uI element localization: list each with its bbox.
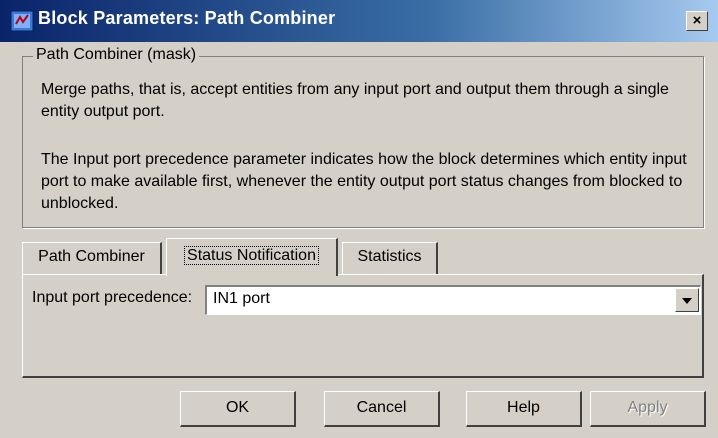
tab-label: Statistics xyxy=(357,248,422,265)
chevron-down-icon[interactable] xyxy=(675,288,699,312)
select-value: IN1 port xyxy=(213,290,270,307)
tab-status-notification[interactable]: Status Notification xyxy=(166,238,338,276)
description-paragraph-2: The Input port precedence parameter indi… xyxy=(41,151,687,212)
description-group: Path Combiner (mask) Merge paths, that i… xyxy=(22,46,704,228)
ok-button[interactable]: OK xyxy=(180,391,296,427)
tab-statistics[interactable]: Statistics xyxy=(342,242,438,274)
close-icon: × xyxy=(692,12,702,29)
help-button[interactable]: Help xyxy=(466,391,582,427)
tab-label: Path Combiner xyxy=(38,248,145,265)
input-port-precedence-label: Input port precedence: xyxy=(32,289,193,306)
apply-button[interactable]: Apply xyxy=(590,391,706,427)
cancel-button[interactable]: Cancel xyxy=(324,391,440,427)
title-bar[interactable]: Block Parameters: Path Combiner × xyxy=(0,0,718,42)
tab-label: Status Notification xyxy=(184,246,319,265)
input-port-precedence-select[interactable]: IN1 port xyxy=(205,285,701,315)
group-legend: Path Combiner (mask) xyxy=(33,46,200,64)
close-button[interactable]: × xyxy=(686,11,708,31)
window-title: Block Parameters: Path Combiner xyxy=(38,8,336,28)
description-paragraph-1: Merge paths, that is, accept entities fr… xyxy=(41,81,669,120)
simulink-block-icon xyxy=(10,10,34,32)
tab-path-combiner[interactable]: Path Combiner xyxy=(22,242,162,274)
